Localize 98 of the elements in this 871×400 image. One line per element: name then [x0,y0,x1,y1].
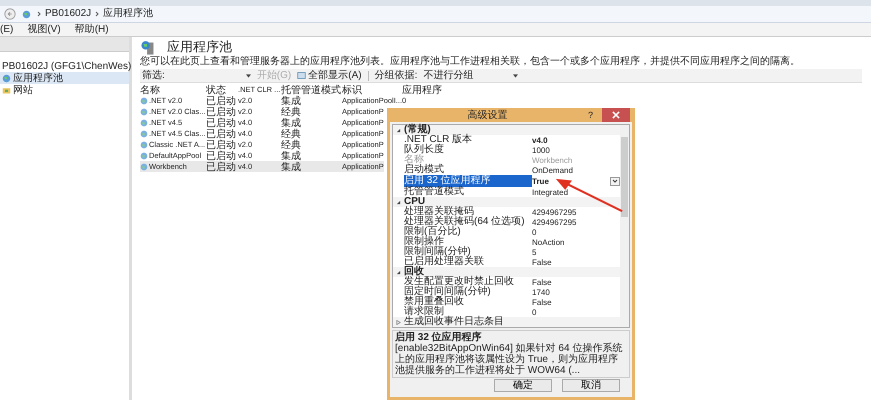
table-cell-text: 经典 [281,139,302,150]
app-pool-icon [140,162,148,170]
chevron-icon [95,11,100,17]
property-value: v4.0 [532,136,549,144]
column-header[interactable]: 名称 [140,84,206,95]
app-pool-icon [140,118,148,126]
collapse-icon[interactable] [396,270,401,274]
table-cell-text: 集成 [281,150,302,161]
table-cell-text: 集成 [281,95,301,106]
group-by-label: 分组依据: [374,70,418,82]
menu-item[interactable]: 帮助(H) [74,24,109,36]
scrollbar[interactable] [620,125,629,327]
breadcrumb-item[interactable]: 应用程序池 [103,8,154,20]
help-title: 启用 32 位应用程序 [395,332,483,343]
property-name[interactable]: 托管管道模式 [404,187,532,197]
property-value: 0 [532,308,538,316]
close-icon[interactable] [601,108,631,122]
caret-icon [513,74,518,78]
property-name[interactable]: 禁用重叠回收 [404,297,532,307]
property-category[interactable]: CPU [393,197,620,207]
property-name[interactable]: 处理器关联掩码 [404,207,532,217]
property-category[interactable]: 回收 [393,267,620,277]
column-header[interactable]: 托管管道模式 [281,84,342,95]
property-value: 0 [532,228,538,236]
table-cell-text: 集成 [281,117,302,128]
page-title: 应用程序池 [167,38,232,56]
property-name[interactable]: 发生配置更改时禁止回收 [404,277,532,287]
caret-icon [246,74,251,78]
property-value: False [532,298,553,306]
tree-item[interactable]: 应用程序池 [0,72,129,84]
dialog-button[interactable]: 确定 [494,379,552,392]
column-header[interactable]: 应用程序 [402,84,452,95]
tree-item[interactable]: PB01602J (GFG1\ChenWes) [0,60,129,72]
app-pool-icon [140,130,148,138]
menu-item[interactable]: 视图(V) [27,24,61,36]
table-cell-text: 已启动 [206,161,237,172]
table-cell-text: 已启动 [206,106,237,117]
collapse-icon[interactable] [396,128,401,132]
group-by-dropdown[interactable]: 不进行分组 [423,70,518,82]
property-value: OnDemand [532,166,574,174]
collapse-icon[interactable] [396,200,401,204]
table-cell-text: 已启动 [206,150,237,161]
table-cell-text: 经典 [281,106,302,117]
breadcrumb-item[interactable]: PB01602J [45,8,92,20]
column-header[interactable]: 标识 [342,84,402,95]
globe-icon [22,10,31,18]
app-pool-icon [140,152,148,160]
chevron-icon [37,11,41,17]
property-name[interactable]: 限制间隔(分钟) [404,247,532,257]
column-header[interactable]: 状态 [206,84,238,95]
property-value: NoAction [532,238,566,246]
property-value: 4294967295 [532,218,578,226]
property-name[interactable]: .NET CLR 版本 [404,135,532,145]
property-category[interactable]: 生成回收事件日志条目 [393,317,620,327]
property-name[interactable]: 固定时间间隔(分钟) [404,287,532,297]
property-value: Integrated [532,188,570,196]
property-value: True [532,176,550,186]
app-pool-icon [140,140,148,148]
table-cell-text: 已启动 [206,117,237,128]
tree-item[interactable]: 网站 [0,84,129,96]
dialog-title: 高级设置 [466,108,508,122]
table-cell-text: 集成 [281,161,302,172]
table-cell-text: 已启动 [206,95,237,106]
table-cell-text: 已启动 [206,139,237,150]
property-name[interactable]: 启用 32 位应用程序 [404,175,532,187]
property-name[interactable]: 请求限制 [404,307,532,317]
page-description: 您可以在此页上查看和管理服务器上的应用程序池列表。应用程序池与工作进程相关联，包含一个或多个应用程序，并提供不同应用程序之间的隔离。 [140,56,801,67]
help-text: [enable32BitAppOnWin64] 如果针对 64 位操作系统上的应用程序池将该属性设为 True，则为应用程序池提供服务的工作进程将处于 WOW64 (... [395,343,624,376]
table-cell-text: 经典 [281,128,302,139]
filter-label: 筛选: [142,70,165,82]
dialog-button[interactable]: 取消 [562,379,620,392]
property-value: False [532,258,553,266]
show-all-button[interactable]: 全部显示(A) [297,70,362,82]
property-name[interactable]: 已启用处理器关联 [404,257,532,267]
property-name[interactable]: 限制操作 [404,237,532,247]
help-button[interactable]: ? [588,110,593,120]
property-name[interactable]: 启动模式 [404,165,532,175]
app-pool-icon [140,96,148,104]
globe-icon [2,74,11,82]
folder-icon [2,86,11,94]
back-icon[interactable] [4,8,16,20]
property-name[interactable]: 处理器关联掩码(64 位选项) [404,217,532,227]
app-pool-icon [140,108,148,116]
property-name[interactable]: 限制(百分比) [404,227,532,237]
menu-item[interactable]: (E) [0,24,14,36]
dropdown-icon[interactable] [610,176,620,186]
property-category[interactable]: (常规) [393,125,620,135]
property-value: Workbench [532,156,574,164]
property-value: 1740 [532,288,551,296]
list-icon [297,71,306,80]
property-value: 4294967295 [532,208,578,216]
property-value: 1000 [532,146,551,154]
property-value: False [532,278,553,286]
table-cell-text: 已启动 [206,128,237,139]
address-bar[interactable]: PB01602J 应用程序池 [22,7,154,21]
property-name[interactable]: 队列长度 [404,145,532,155]
expand-icon[interactable] [396,320,401,324]
property-value: 5 [532,248,538,256]
